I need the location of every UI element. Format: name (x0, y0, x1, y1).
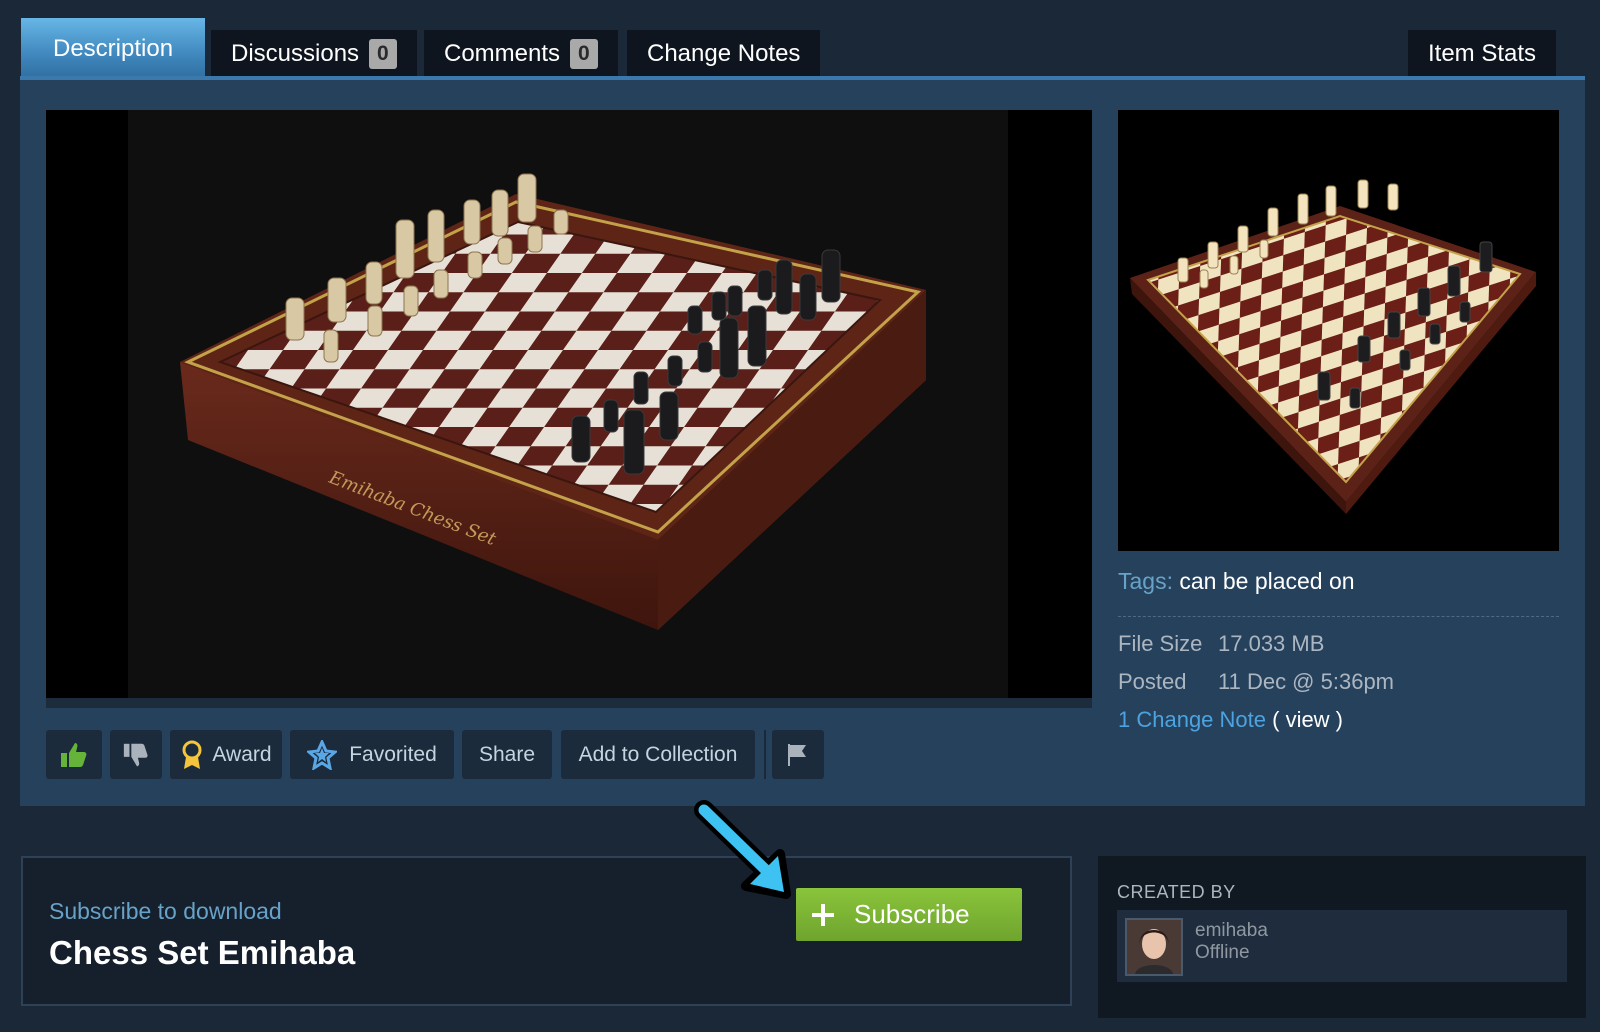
tab-discussions[interactable]: Discussions 0 (211, 30, 417, 78)
add-to-collection-label: Add to Collection (578, 742, 738, 766)
creator-name[interactable]: emihaba (1195, 920, 1268, 942)
award-label: Award (212, 742, 272, 766)
share-label: Share (478, 742, 536, 766)
tab-bar: Description Discussions 0 Comments 0 Cha… (0, 0, 1600, 80)
action-divider (764, 730, 766, 779)
file-size-row: File Size 17.033 MB (1118, 631, 1559, 669)
creator-panel: CREATED BY emihaba Offline (1098, 856, 1586, 1018)
thumbs-up-icon (61, 742, 87, 767)
favorited-label: Favorited (349, 742, 437, 766)
posted-label: Posted (1118, 669, 1187, 694)
change-note-link[interactable]: 1 Change Note (1118, 707, 1266, 732)
share-button[interactable]: Share (462, 730, 552, 779)
vote-up-button[interactable] (46, 730, 102, 779)
description-panel: Emihaba Chess Set Award Favorited Share … (20, 76, 1585, 806)
award-icon (182, 740, 202, 769)
preview-thumbnail[interactable] (1118, 110, 1559, 551)
chess-board-illustration: Emihaba Chess Set (180, 173, 926, 630)
subscribe-area: Subscribe to download Chess Set Emihaba … (21, 856, 1072, 1006)
change-note-row: 1 Change Note ( view ) (1118, 707, 1559, 745)
posted-value: 11 Dec @ 5:36pm (1218, 669, 1395, 694)
discussions-count-badge: 0 (369, 39, 397, 69)
subscribe-label: Subscribe (854, 899, 970, 929)
avatar[interactable] (1125, 918, 1183, 976)
change-note-view-link[interactable]: ( view ) (1272, 707, 1343, 732)
tags-label: Tags: (1118, 568, 1173, 594)
file-size-label: File Size (1118, 631, 1203, 656)
tab-discussions-label: Discussions (231, 40, 360, 67)
creator-card[interactable]: emihaba Offline (1117, 910, 1567, 982)
tab-description-label: Description (53, 35, 174, 62)
tag-can-be-placed-on[interactable]: can be placed on (1179, 568, 1354, 594)
file-size-value: 17.033 MB (1218, 631, 1325, 656)
favorite-button[interactable]: Favorited (290, 730, 454, 779)
star-icon (307, 739, 338, 770)
workshop-item-page: Description Discussions 0 Comments 0 Cha… (0, 0, 1600, 1032)
subscribe-button[interactable]: Subscribe (796, 888, 1022, 941)
add-to-collection-button[interactable]: Add to Collection (561, 730, 755, 779)
preview-strip-scrollbar[interactable] (46, 698, 1092, 708)
created-by-header: CREATED BY (1117, 882, 1236, 902)
item-title: Chess Set Emihaba (49, 934, 356, 971)
thumbs-down-icon (123, 743, 148, 766)
posted-row: Posted 11 Dec @ 5:36pm (1118, 669, 1559, 707)
tab-comments-label: Comments (444, 40, 561, 67)
details-divider (1118, 616, 1559, 617)
chess-thumbnail-illustration (1130, 179, 1536, 514)
subscribe-hint: Subscribe to download (49, 898, 282, 924)
tab-item-stats[interactable]: Item Stats (1408, 30, 1557, 78)
award-button[interactable]: Award (170, 730, 282, 779)
tab-item-stats-label: Item Stats (1428, 40, 1537, 67)
report-button[interactable] (772, 730, 824, 779)
plus-icon (812, 903, 834, 926)
preview-backdrop: Emihaba Chess Set (128, 110, 1008, 698)
tags-row: Tags: can be placed on (1118, 568, 1559, 604)
tab-change-notes-label: Change Notes (647, 40, 801, 67)
tab-comments[interactable]: Comments 0 (424, 30, 618, 78)
comments-count-badge: 0 (570, 39, 598, 69)
creator-status: Offline (1195, 942, 1250, 963)
flag-icon (788, 743, 806, 766)
item-details: Tags: can be placed on File Size 17.033 … (1118, 568, 1559, 745)
vote-down-button[interactable] (110, 730, 162, 779)
main-preview-image[interactable]: Emihaba Chess Set (46, 110, 1092, 698)
avatar-image (1127, 920, 1181, 974)
tab-description[interactable]: Description (21, 18, 206, 80)
annotation-arrow-icon (694, 800, 791, 899)
tab-change-notes[interactable]: Change Notes (627, 30, 821, 78)
